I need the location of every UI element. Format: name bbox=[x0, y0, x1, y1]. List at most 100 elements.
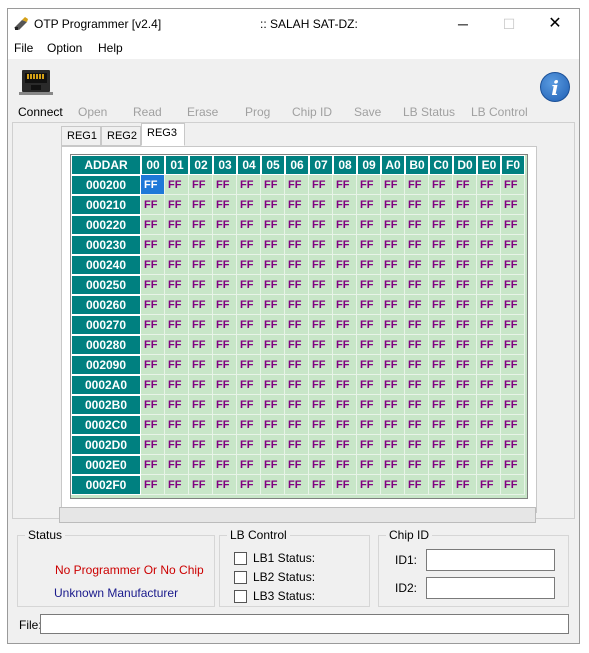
grid-cell[interactable]: FF bbox=[477, 215, 501, 235]
grid-cell[interactable]: FF bbox=[381, 295, 405, 315]
grid-cell[interactable]: FF bbox=[453, 175, 477, 195]
grid-cell[interactable]: FF bbox=[189, 455, 213, 475]
grid-cell[interactable]: FF bbox=[381, 195, 405, 215]
grid-cell[interactable]: FF bbox=[261, 435, 285, 455]
grid-cell[interactable]: FF bbox=[309, 435, 333, 455]
grid-cell[interactable]: FF bbox=[429, 295, 453, 315]
grid-cell[interactable]: FF bbox=[429, 375, 453, 395]
grid-cell[interactable]: FF bbox=[213, 475, 237, 495]
grid-cell[interactable]: FF bbox=[141, 355, 165, 375]
grid-cell[interactable]: FF bbox=[237, 375, 261, 395]
grid-cell[interactable]: FF bbox=[501, 315, 525, 335]
grid-cell[interactable]: FF bbox=[141, 215, 165, 235]
grid-cell[interactable]: FF bbox=[477, 475, 501, 495]
grid-cell[interactable]: FF bbox=[333, 335, 357, 355]
grid-cell[interactable]: FF bbox=[357, 315, 381, 335]
grid-cell[interactable]: FF bbox=[165, 455, 189, 475]
grid-cell[interactable]: FF bbox=[309, 315, 333, 335]
grid-cell[interactable]: FF bbox=[429, 235, 453, 255]
grid-cell[interactable]: FF bbox=[141, 375, 165, 395]
grid-cell[interactable]: FF bbox=[501, 175, 525, 195]
grid-cell[interactable]: FF bbox=[285, 335, 309, 355]
grid-cell[interactable]: FF bbox=[405, 275, 429, 295]
grid-cell[interactable]: FF bbox=[189, 175, 213, 195]
save-button[interactable]: Save bbox=[354, 105, 381, 119]
grid-cell[interactable]: FF bbox=[381, 415, 405, 435]
grid-cell[interactable]: FF bbox=[405, 375, 429, 395]
grid-cell[interactable]: FF bbox=[261, 235, 285, 255]
grid-cell[interactable]: FF bbox=[405, 395, 429, 415]
grid-cell[interactable]: FF bbox=[453, 455, 477, 475]
lb3-checkbox[interactable] bbox=[234, 590, 247, 603]
grid-cell[interactable]: FF bbox=[477, 175, 501, 195]
grid-cell[interactable]: FF bbox=[237, 255, 261, 275]
grid-cell[interactable]: FF bbox=[453, 195, 477, 215]
grid-cell[interactable]: FF bbox=[261, 255, 285, 275]
grid-cell[interactable]: FF bbox=[501, 275, 525, 295]
grid-cell[interactable]: FF bbox=[357, 295, 381, 315]
grid-cell[interactable]: FF bbox=[501, 395, 525, 415]
read-button[interactable]: Read bbox=[133, 105, 162, 119]
grid-cell[interactable]: FF bbox=[405, 455, 429, 475]
tab-reg3[interactable]: REG3 bbox=[141, 123, 185, 146]
grid-cell[interactable]: FF bbox=[429, 315, 453, 335]
grid-cell[interactable]: FF bbox=[357, 195, 381, 215]
grid-cell[interactable]: FF bbox=[309, 275, 333, 295]
grid-cell[interactable]: FF bbox=[429, 255, 453, 275]
grid-cell[interactable]: FF bbox=[261, 335, 285, 355]
grid-cell[interactable]: FF bbox=[309, 215, 333, 235]
grid-cell[interactable]: FF bbox=[333, 275, 357, 295]
grid-cell[interactable]: FF bbox=[165, 215, 189, 235]
grid-cell[interactable]: FF bbox=[237, 295, 261, 315]
grid-cell[interactable]: FF bbox=[333, 175, 357, 195]
grid-cell[interactable]: FF bbox=[237, 355, 261, 375]
grid-cell[interactable]: FF bbox=[357, 375, 381, 395]
grid-cell[interactable]: FF bbox=[357, 355, 381, 375]
grid-cell[interactable]: FF bbox=[189, 415, 213, 435]
grid-cell[interactable]: FF bbox=[357, 455, 381, 475]
grid-cell[interactable]: FF bbox=[285, 355, 309, 375]
grid-cell[interactable]: FF bbox=[501, 255, 525, 275]
grid-cell[interactable]: FF bbox=[333, 195, 357, 215]
grid-cell[interactable]: FF bbox=[261, 475, 285, 495]
grid-cell[interactable]: FF bbox=[501, 415, 525, 435]
open-button[interactable]: Open bbox=[78, 105, 107, 119]
connect-button[interactable]: Connect bbox=[18, 105, 63, 119]
grid-cell[interactable]: FF bbox=[141, 335, 165, 355]
grid-cell[interactable]: FF bbox=[477, 275, 501, 295]
grid-cell[interactable]: FF bbox=[309, 395, 333, 415]
grid-cell[interactable]: FF bbox=[453, 275, 477, 295]
grid-cell[interactable]: FF bbox=[333, 355, 357, 375]
grid-cell[interactable]: FF bbox=[333, 395, 357, 415]
grid-cell[interactable]: FF bbox=[237, 175, 261, 195]
grid-cell[interactable]: FF bbox=[213, 215, 237, 235]
grid-cell[interactable]: FF bbox=[405, 355, 429, 375]
grid-cell[interactable]: FF bbox=[285, 175, 309, 195]
grid-cell[interactable]: FF bbox=[429, 195, 453, 215]
grid-cell[interactable]: FF bbox=[333, 455, 357, 475]
grid-cell[interactable]: FF bbox=[333, 415, 357, 435]
grid-cell[interactable]: FF bbox=[453, 355, 477, 375]
grid-cell[interactable]: FF bbox=[237, 475, 261, 495]
grid-cell[interactable]: FF bbox=[213, 315, 237, 335]
grid-cell[interactable]: FF bbox=[237, 315, 261, 335]
grid-cell[interactable]: FF bbox=[477, 295, 501, 315]
grid-cell[interactable]: FF bbox=[237, 195, 261, 215]
grid-cell[interactable]: FF bbox=[453, 335, 477, 355]
grid-cell[interactable]: FF bbox=[285, 395, 309, 415]
title-bar[interactable]: OTP Programmer [v2.4] :: SALAH SAT-DZ: ─… bbox=[8, 9, 579, 39]
grid-cell[interactable]: FF bbox=[333, 215, 357, 235]
grid-cell[interactable]: FF bbox=[477, 395, 501, 415]
grid-cell[interactable]: FF bbox=[453, 395, 477, 415]
grid-cell[interactable]: FF bbox=[429, 415, 453, 435]
grid-cell[interactable]: FF bbox=[501, 295, 525, 315]
grid-cell[interactable]: FF bbox=[405, 435, 429, 455]
grid-cell[interactable]: FF bbox=[189, 335, 213, 355]
grid-cell[interactable]: FF bbox=[141, 415, 165, 435]
grid-cell[interactable]: FF bbox=[381, 175, 405, 195]
grid-cell[interactable]: FF bbox=[405, 475, 429, 495]
grid-cell[interactable]: FF bbox=[261, 315, 285, 335]
grid-cell[interactable]: FF bbox=[381, 215, 405, 235]
grid-cell[interactable]: FF bbox=[501, 475, 525, 495]
grid-cell[interactable]: FF bbox=[429, 335, 453, 355]
